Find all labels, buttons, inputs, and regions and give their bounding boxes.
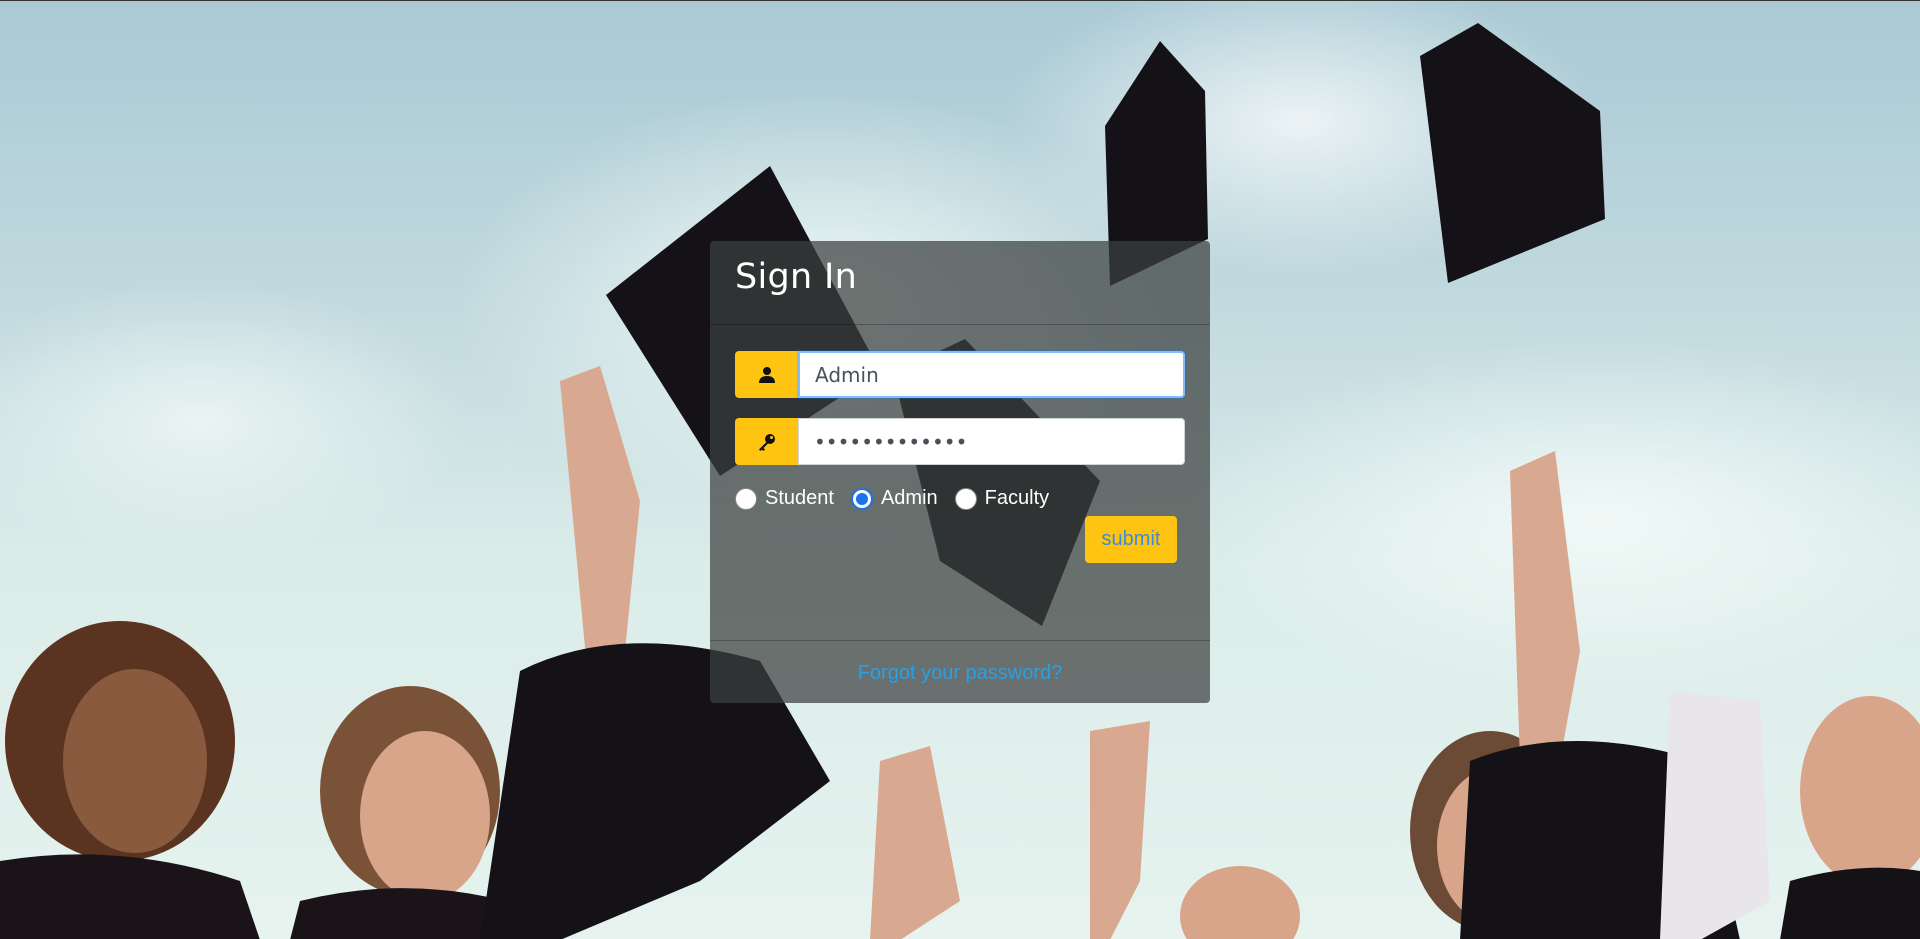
password-input[interactable]: [798, 418, 1185, 465]
password-input-group: [735, 418, 1185, 465]
role-radio-group: Student Admin Faculty: [735, 487, 1066, 510]
user-icon: [735, 351, 798, 398]
radio-admin-circle[interactable]: [850, 487, 873, 510]
radio-student-circle[interactable]: [735, 487, 757, 510]
key-icon-svg: [758, 433, 775, 451]
role-radio-faculty[interactable]: Faculty: [954, 487, 1050, 510]
username-input[interactable]: [798, 351, 1185, 398]
submit-button[interactable]: submit: [1085, 516, 1177, 563]
role-label-admin: Admin: [880, 487, 938, 509]
key-icon: [735, 418, 798, 465]
role-radio-admin[interactable]: Admin: [850, 487, 938, 510]
username-input-group: [735, 351, 1185, 398]
role-label-student: Student: [765, 487, 834, 509]
user-icon-svg: [758, 366, 775, 383]
signin-card: Sign In Student Admin: [710, 241, 1210, 703]
signin-card-footer: Forgot your password?: [710, 640, 1210, 703]
signin-title: Sign In: [735, 257, 858, 297]
role-radio-student[interactable]: Student: [735, 487, 834, 510]
radio-faculty-circle[interactable]: [954, 487, 977, 510]
signin-card-header: Sign In: [710, 241, 1210, 325]
forgot-password-link[interactable]: Forgot your password?: [858, 662, 1063, 685]
role-label-faculty: Faculty: [984, 487, 1050, 509]
